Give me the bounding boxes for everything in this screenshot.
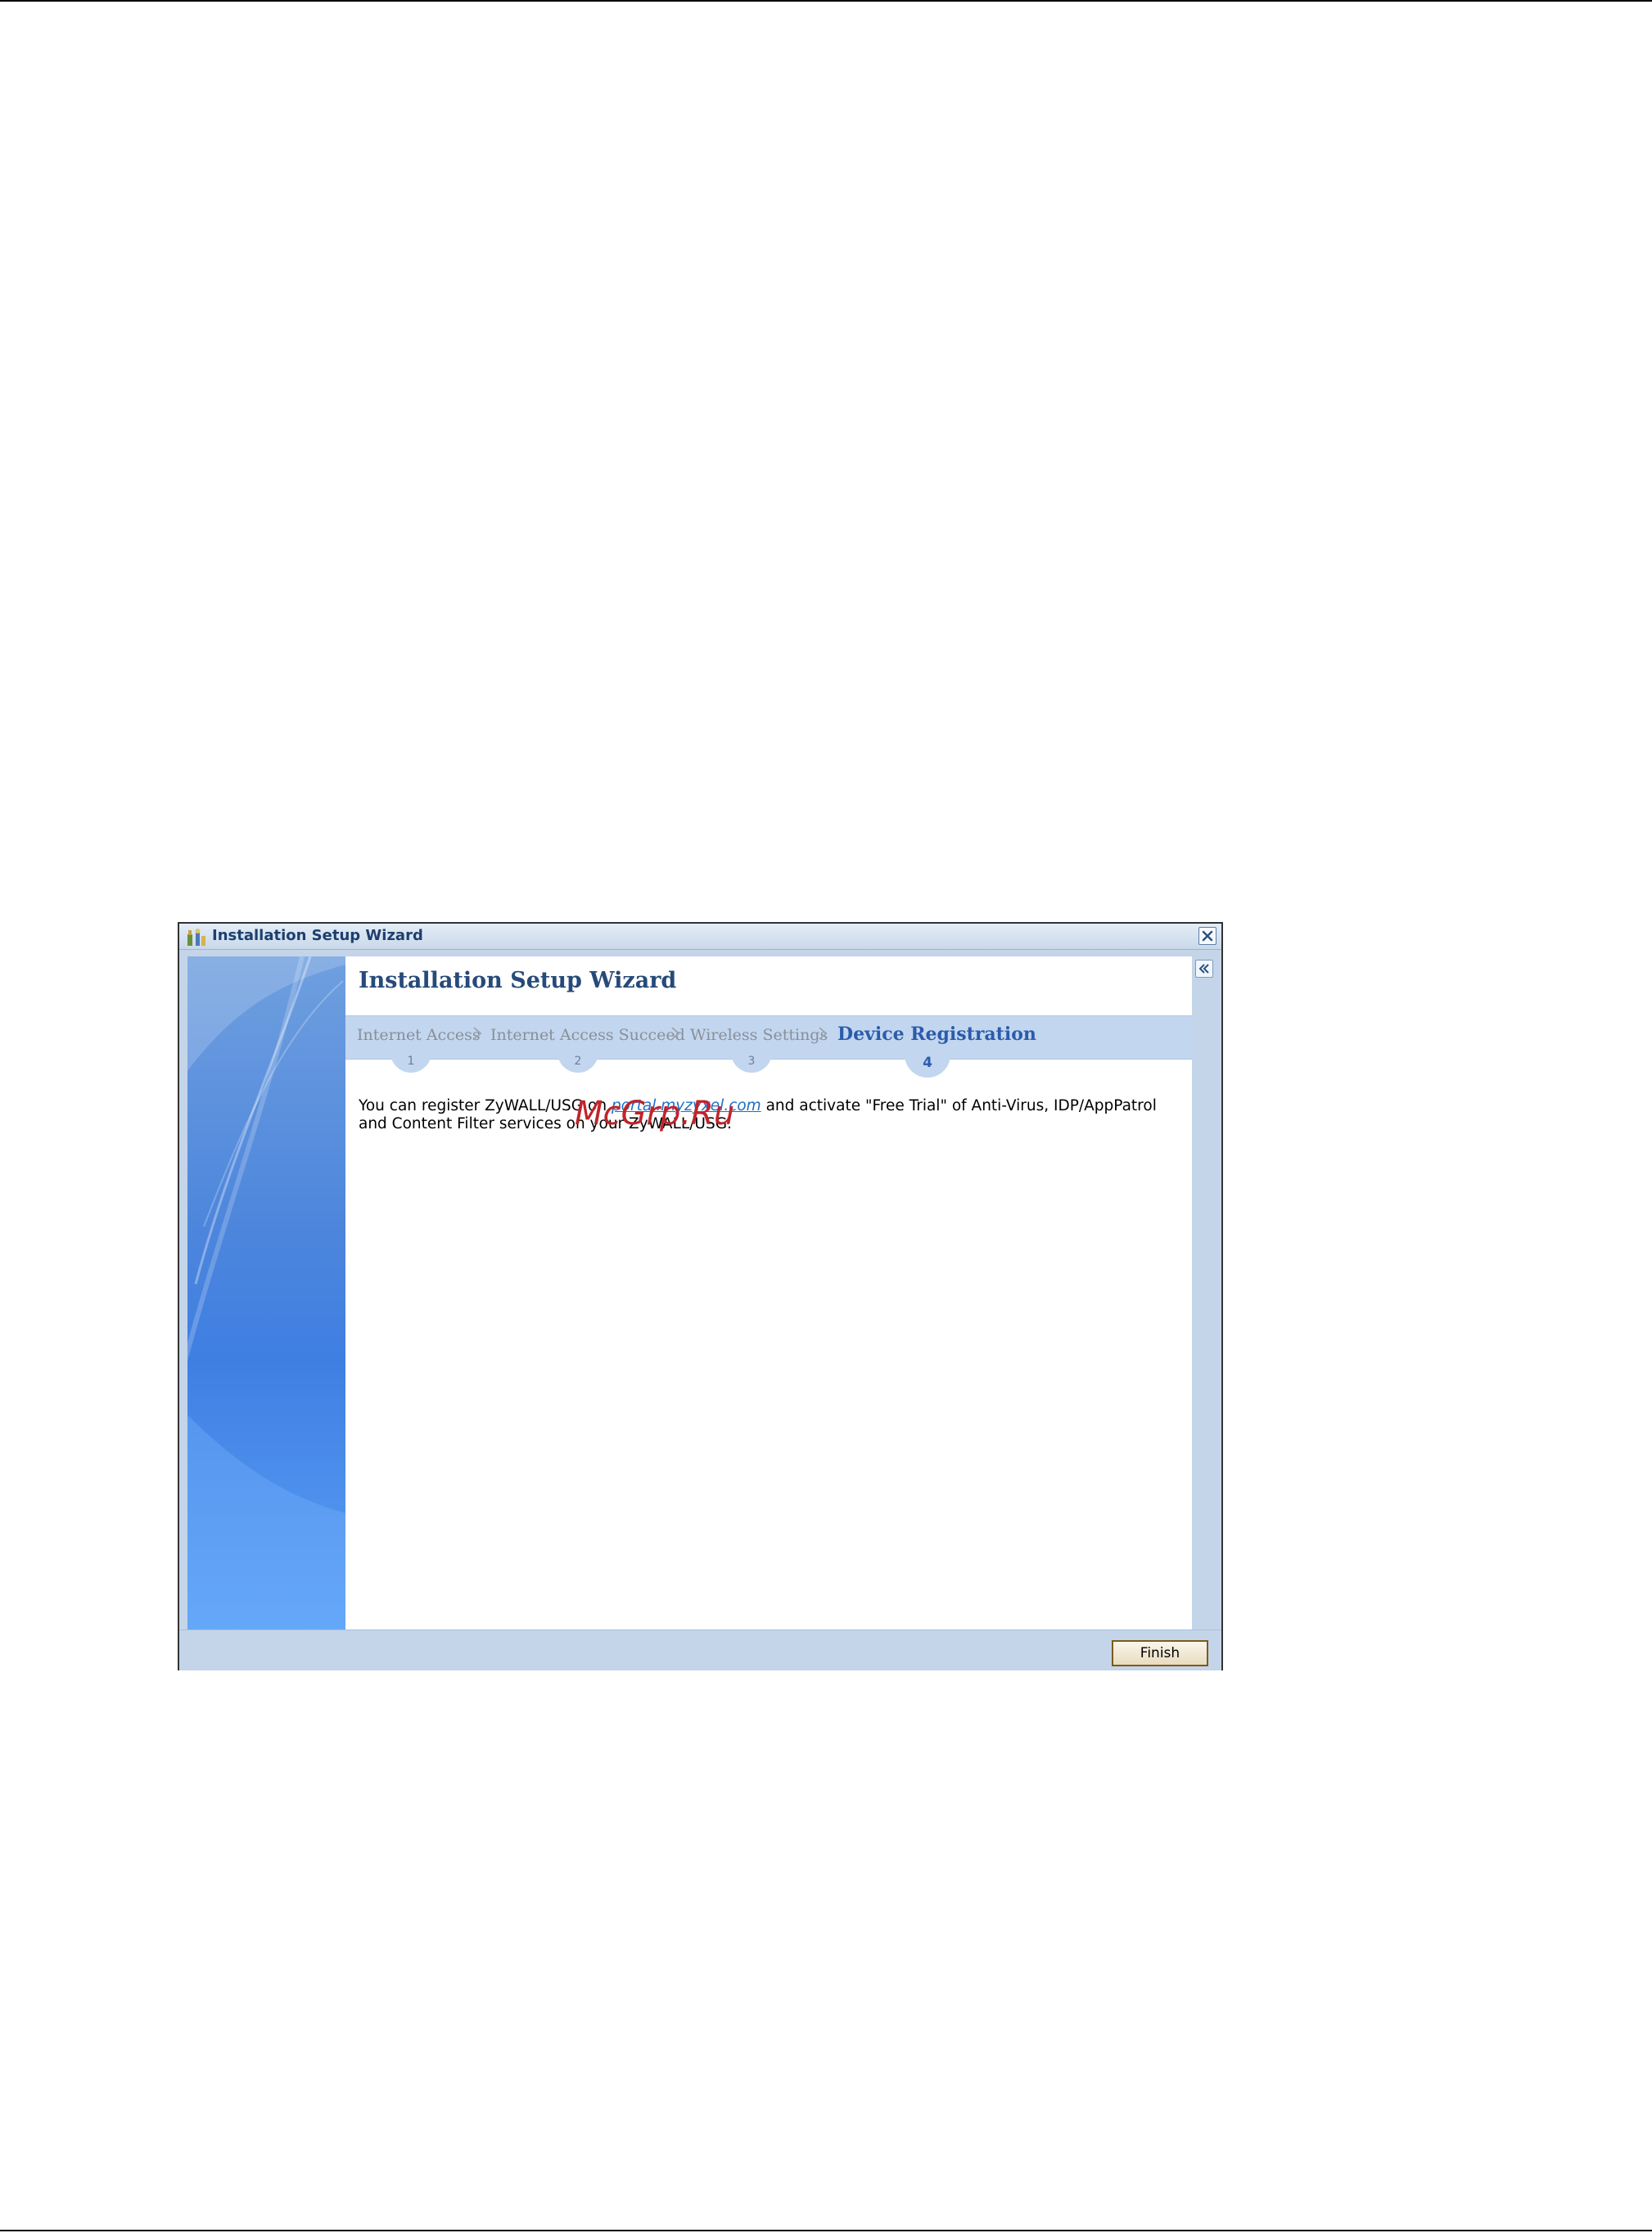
window-title: Installation Setup Wizard — [212, 927, 423, 944]
wizard-footer: Finish — [179, 1630, 1221, 1670]
page-title: Installation Setup Wizard — [359, 968, 677, 993]
collapse-icon — [1198, 964, 1209, 974]
close-icon — [1202, 930, 1213, 942]
message-text: You can register ZyWALL/USG on — [359, 1097, 612, 1114]
step-device-registration: Device Registration — [837, 1024, 1036, 1045]
side-panel-decoration — [187, 956, 345, 1630]
watermark: McGrp.Ru — [575, 1095, 735, 1132]
step-number-1: 1 — [390, 1045, 431, 1073]
page-bottom-rule — [0, 2230, 1652, 2231]
window-titlebar: Installation Setup Wizard — [179, 924, 1221, 950]
step-number-2: 2 — [557, 1045, 598, 1073]
chevron-right-icon — [819, 1027, 828, 1040]
page-top-rule — [0, 0, 1652, 2]
step-internet-access: Internet Access — [357, 1026, 481, 1044]
step-number-3: 3 — [731, 1045, 772, 1073]
step-number-4: 4 — [905, 1045, 950, 1078]
finish-button[interactable]: Finish — [1112, 1640, 1208, 1666]
right-rail — [1192, 956, 1218, 1630]
chevron-right-icon — [473, 1027, 482, 1040]
chevron-right-icon — [671, 1027, 680, 1040]
registration-message: You can register ZyWALL/USG on portal.my… — [359, 1097, 1177, 1133]
content-panel: Installation Setup Wizard Internet Acces… — [345, 956, 1192, 1630]
collapse-button[interactable] — [1195, 960, 1213, 978]
wizard-icon — [186, 928, 207, 947]
close-button[interactable] — [1198, 927, 1216, 945]
step-wireless-settings: Wireless Settings — [690, 1026, 828, 1044]
wizard-window: Installation Setup Wizard Installation S… — [178, 922, 1223, 1670]
step-internet-access-succeed: Internet Access Succeed — [490, 1026, 685, 1044]
